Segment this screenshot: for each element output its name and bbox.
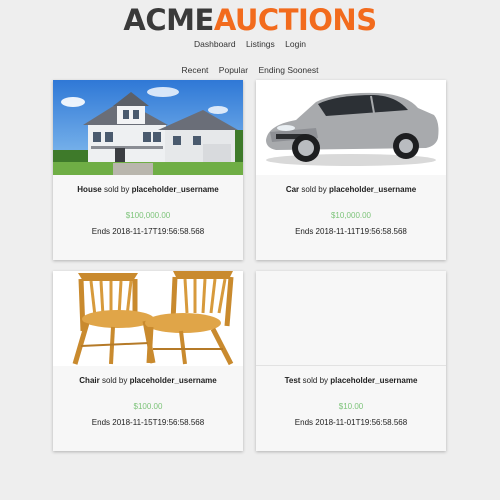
- listing-seller: placeholder_username: [129, 376, 217, 385]
- listing-name: Car: [285, 185, 300, 194]
- car-photo: [256, 80, 446, 175]
- nav-dashboard-link[interactable]: Dashboard: [194, 39, 236, 49]
- listing-seller: placeholder_username: [329, 185, 417, 194]
- nav-listings-link[interactable]: Listings: [246, 39, 275, 49]
- sort-popular-link[interactable]: Popular: [219, 65, 248, 75]
- house-illustration: [53, 80, 243, 175]
- listing-ends: Ends 2018-11-15T19:56:58.568: [91, 418, 205, 427]
- main-nav: Dashboard Listings Login: [0, 39, 500, 49]
- listing-name: Test: [284, 376, 301, 385]
- sold-by-text: sold by: [302, 376, 329, 385]
- sort-nav: Recent Popular Ending Soonest: [0, 65, 500, 75]
- sold-by-text: sold by: [301, 185, 327, 194]
- listing-ends: Ends 2018-11-17T19:56:58.568: [91, 227, 205, 236]
- acme-auctions-logo[interactable]: ACMEAUCTIONS: [0, 4, 500, 36]
- listing-price: $100,000.00: [125, 211, 171, 220]
- sort-ending-soonest-link[interactable]: Ending Soonest: [258, 65, 318, 75]
- listing-seller: placeholder_username: [131, 185, 219, 194]
- house-photo: [53, 80, 243, 175]
- chairs-illustration: [53, 271, 243, 366]
- listing-price: $10.00: [338, 402, 364, 411]
- sort-recent-link[interactable]: Recent: [181, 65, 208, 75]
- page: ACMEAUCTIONS Dashboard Listings Login Re…: [0, 0, 500, 500]
- sold-by-text: sold by: [101, 376, 128, 385]
- listing-card-car[interactable]: Car sold by placeholder_username $10,000…: [256, 80, 446, 260]
- chairs-photo: [53, 271, 243, 366]
- logo-part-auctions: AUCTIONS: [213, 3, 377, 37]
- listing-title: House sold by placeholder_username: [53, 185, 243, 194]
- listing-card-house[interactable]: House sold by placeholder_username $100,…: [53, 80, 243, 260]
- listing-title: Chair sold by placeholder_username: [53, 376, 243, 385]
- listing-price: $100.00: [133, 402, 163, 411]
- car-illustration: [256, 80, 446, 175]
- logo-part-acme: ACME: [123, 3, 214, 37]
- listing-card-test[interactable]: Test sold by placeholder_username $10.00…: [256, 271, 446, 451]
- listing-card-chair[interactable]: Chair sold by placeholder_username $100.…: [53, 271, 243, 451]
- listing-ends: Ends 2018-11-01T19:56:58.568: [294, 418, 408, 427]
- nav-login-link[interactable]: Login: [285, 39, 306, 49]
- listing-title: Test sold by placeholder_username: [256, 376, 446, 385]
- listing-ends: Ends 2018-11-11T19:56:58.568: [295, 227, 407, 236]
- empty-photo: [256, 271, 446, 366]
- listing-title: Car sold by placeholder_username: [256, 185, 446, 194]
- listing-name: House: [77, 185, 102, 194]
- listing-seller: placeholder_username: [330, 376, 418, 385]
- listing-name: Chair: [79, 376, 100, 385]
- listing-price: $10,000.00: [330, 211, 372, 220]
- sold-by-text: sold by: [103, 185, 130, 194]
